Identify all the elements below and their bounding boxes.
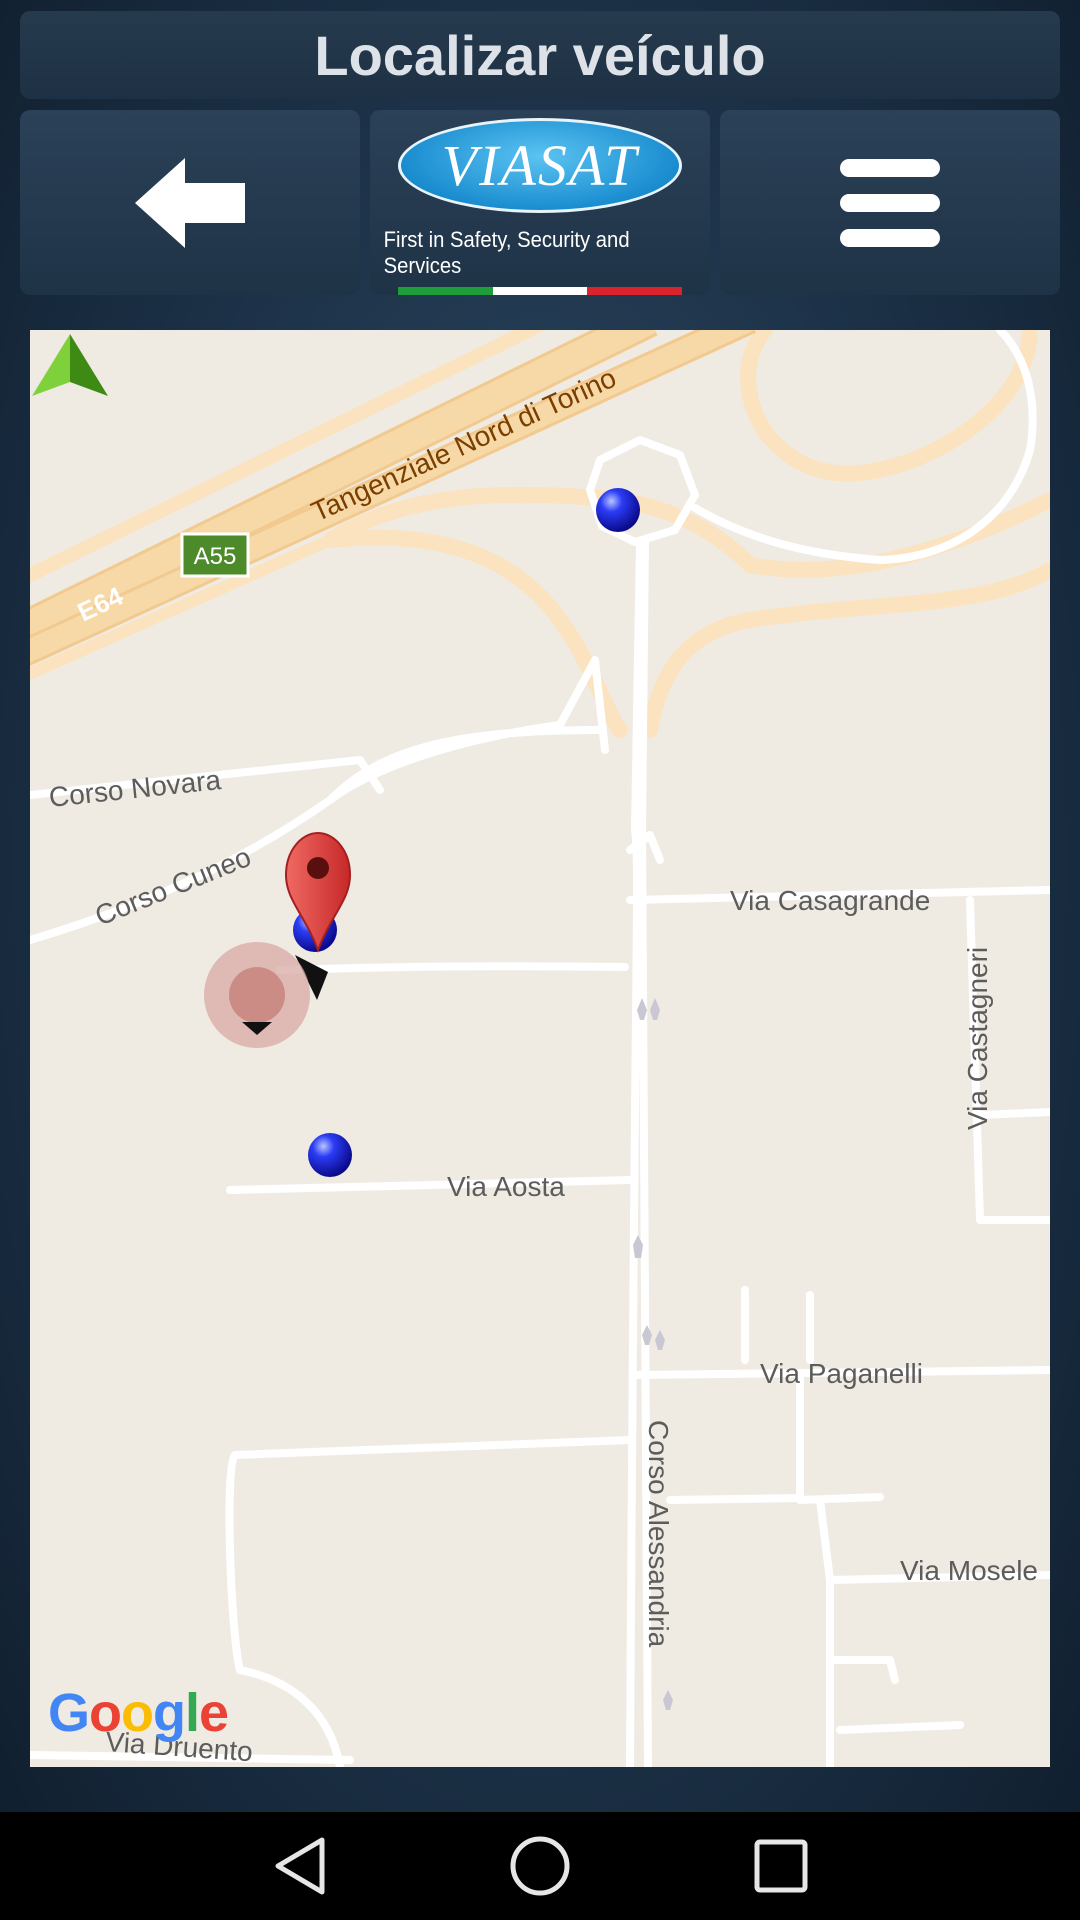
- street-label-corso-cuneo: Corso Cuneo: [91, 841, 256, 932]
- arrow-left-icon: [135, 157, 245, 248]
- viasat-logo: VIASAT First in Safety, Security and Ser…: [370, 110, 710, 295]
- google-attribution: Google: [48, 1683, 229, 1743]
- hamburger-menu-icon: [840, 158, 940, 247]
- street-label-via-aosta: Via Aosta: [447, 1171, 565, 1202]
- system-navigation-bar: [0, 1812, 1080, 1920]
- street-label-via-casagrande: Via Casagrande: [730, 885, 930, 916]
- nav-home-icon[interactable]: [509, 1834, 571, 1898]
- back-button[interactable]: [20, 110, 360, 295]
- street-label-via-mosele: Via Mosele: [900, 1555, 1038, 1586]
- page-title: Localizar veículo: [20, 11, 1060, 99]
- map-roads: Tangenziale Nord di Torino E64 A55 Corso…: [30, 330, 1050, 1767]
- blue-dot-icon[interactable]: [308, 1133, 352, 1177]
- route-a55-label: A55: [194, 543, 237, 570]
- blue-dot-icon[interactable]: [596, 488, 640, 532]
- viasat-logo-mark: VIASAT: [398, 118, 682, 214]
- menu-button[interactable]: [720, 110, 1060, 295]
- street-label-via-castagneri: Via Castagneri: [962, 947, 993, 1130]
- my-location-icon[interactable]: [204, 942, 310, 1048]
- italian-flag-stripe: [398, 287, 683, 295]
- street-label-corso-alessandria: Corso Alessandria: [643, 1420, 674, 1648]
- street-label-corso-novara: Corso Novara: [47, 764, 222, 813]
- street-label-via-paganelli: Via Paganelli: [760, 1358, 923, 1389]
- viasat-tagline: First in Safety, Security and Services: [383, 227, 630, 279]
- map-view[interactable]: Tangenziale Nord di Torino E64 A55 Corso…: [30, 330, 1050, 1767]
- nav-back-icon[interactable]: [272, 1834, 328, 1898]
- compass-arrow-icon[interactable]: [30, 330, 110, 410]
- nav-recents-icon[interactable]: [752, 1834, 810, 1898]
